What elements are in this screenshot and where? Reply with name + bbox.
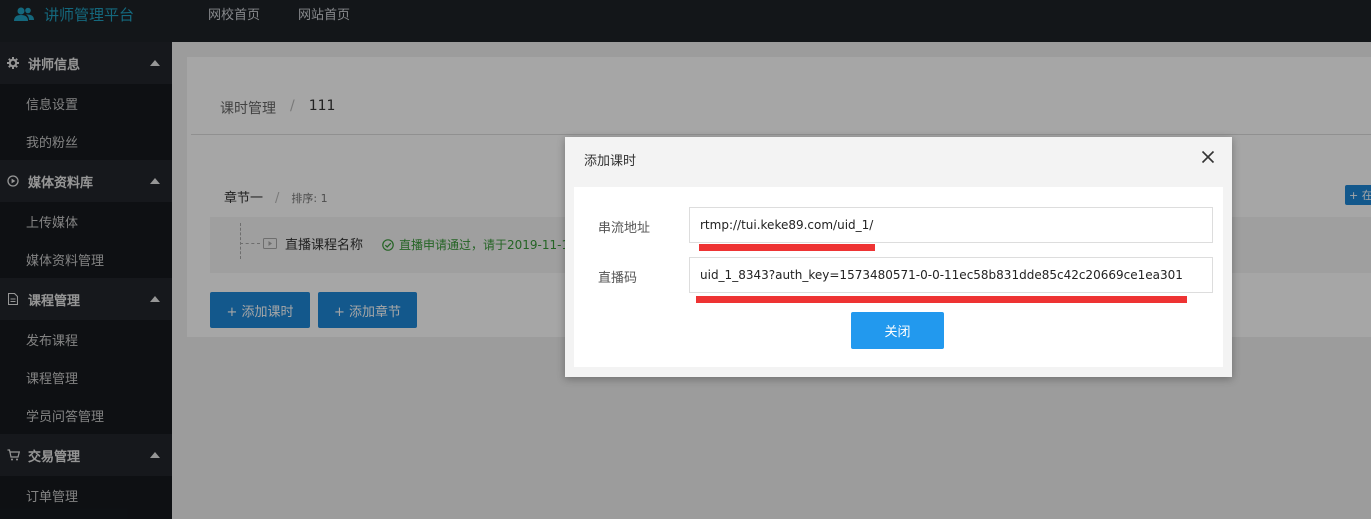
red-underline — [696, 296, 1187, 303]
close-icon[interactable] — [1201, 150, 1215, 164]
live-code-row: 直播码 — [574, 257, 1223, 293]
stream-url-row: 串流地址 — [574, 207, 1223, 243]
dialog-body: 串流地址 直播码 关闭 — [574, 187, 1223, 367]
live-code-label: 直播码 — [598, 271, 638, 286]
red-underline — [699, 244, 875, 251]
stream-url-label: 串流地址 — [598, 221, 651, 236]
live-code-input[interactable] — [689, 257, 1213, 293]
stream-url-input[interactable] — [689, 207, 1213, 243]
close-button[interactable]: 关闭 — [851, 312, 944, 349]
dialog-title: 添加课时 — [584, 154, 637, 169]
add-lesson-dialog: 添加课时 串流地址 直播码 关闭 — [565, 137, 1232, 377]
